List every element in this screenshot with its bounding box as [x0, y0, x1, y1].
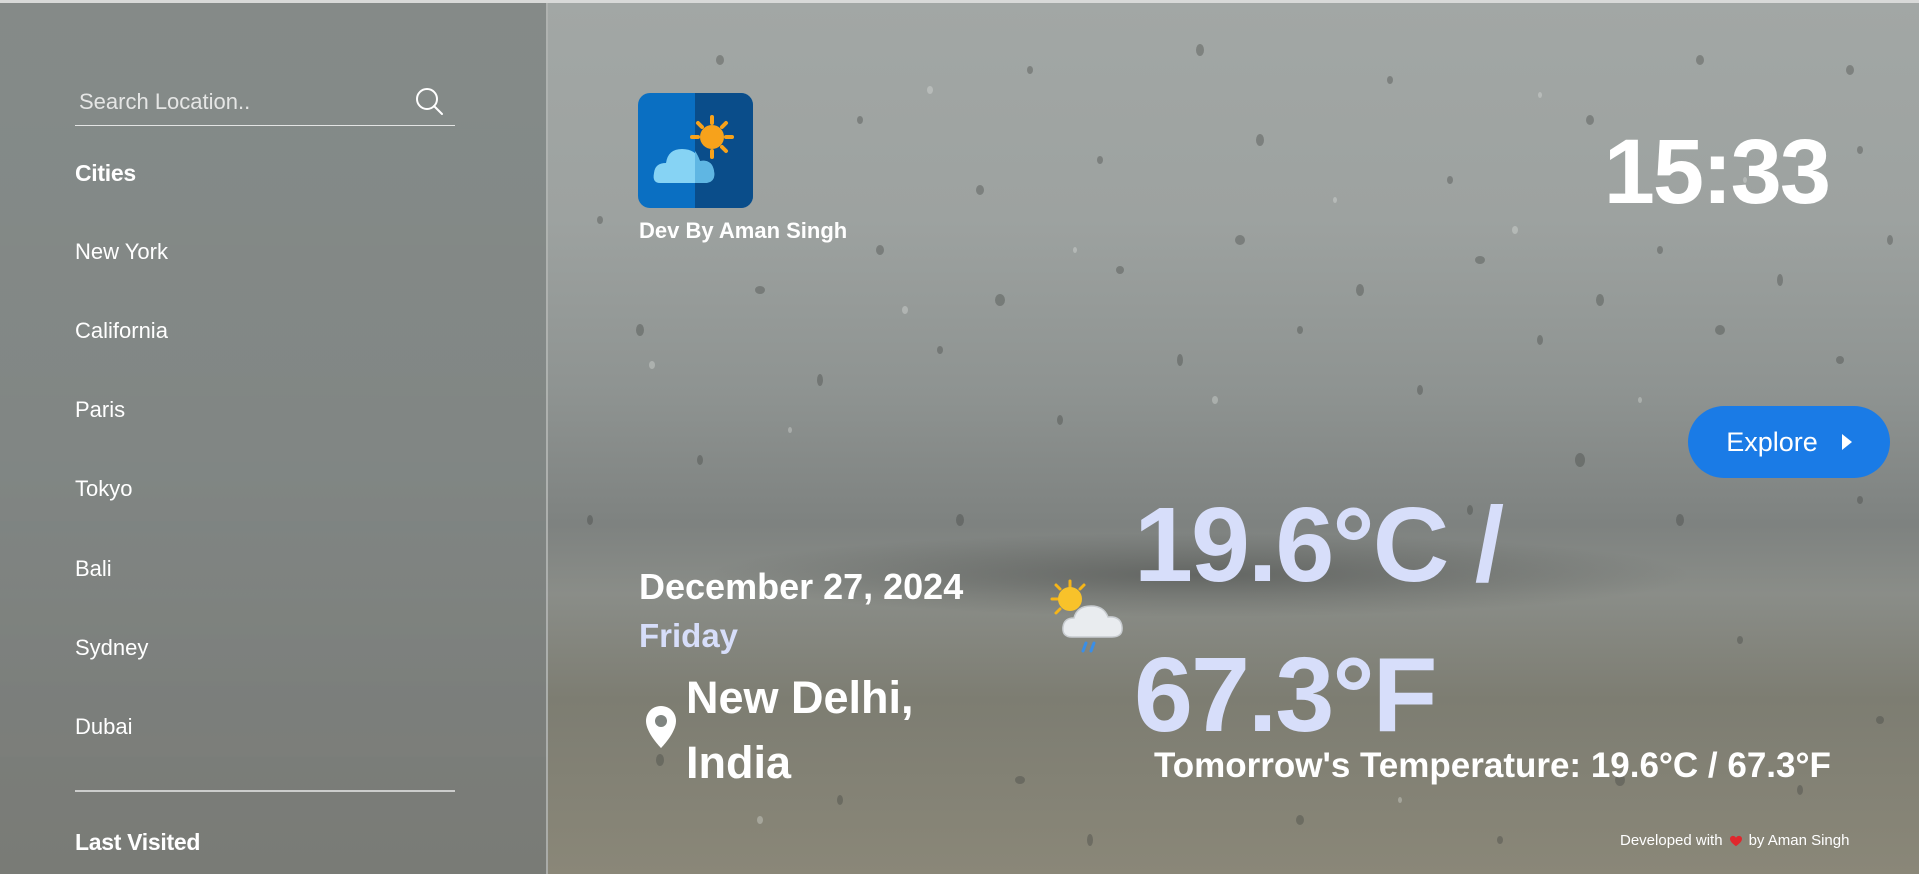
caret-right-icon: [1841, 434, 1852, 450]
heart-icon: [1729, 835, 1742, 847]
footer-credit: Developed with by Aman Singh: [1620, 832, 1849, 849]
sidebar-divider: [75, 790, 455, 792]
current-date: December 27, 2024: [639, 566, 964, 607]
city-california[interactable]: California: [75, 318, 168, 344]
footer-prefix: Developed with: [1620, 832, 1723, 849]
sidebar: Cities New York California Paris Tokyo B…: [0, 3, 548, 874]
cities-heading: Cities: [75, 160, 136, 186]
current-day: Friday: [639, 617, 739, 654]
city-dubai[interactable]: Dubai: [75, 714, 132, 740]
weather-app: Cities New York California Paris Tokyo B…: [0, 0, 1919, 874]
location-city: New Delhi,: [686, 672, 914, 723]
city-paris[interactable]: Paris: [75, 397, 125, 423]
city-bali[interactable]: Bali: [75, 556, 112, 582]
city-tokyo[interactable]: Tokyo: [75, 476, 132, 502]
last-visited-heading: Last Visited: [75, 829, 201, 855]
temperature-celsius: 19.6°C /: [1134, 486, 1504, 604]
app-logo: [638, 93, 753, 208]
logo-caption: Dev By Aman Singh: [639, 218, 848, 243]
weather-logo-icon: [638, 93, 753, 208]
footer-suffix: by Aman Singh: [1748, 832, 1850, 849]
explore-label: Explore: [1726, 426, 1818, 457]
location-pin-icon: [646, 706, 676, 748]
city-sydney[interactable]: Sydney: [75, 635, 148, 661]
city-new-york[interactable]: New York: [75, 239, 168, 265]
location-name: New Delhi, India: [686, 665, 914, 795]
explore-button[interactable]: Explore: [1688, 406, 1890, 478]
current-temperature: 19.6°C / 67.3°F: [1134, 470, 1654, 770]
location-country: India: [686, 737, 792, 788]
search-icon[interactable]: [411, 84, 447, 120]
current-time: 15:33: [1603, 121, 1831, 223]
search-bar: [75, 83, 455, 126]
tomorrow-temperature: Tomorrow's Temperature: 19.6°C / 67.3°F: [1154, 746, 1831, 785]
search-input[interactable]: [77, 83, 401, 121]
sun-behind-rain-cloud-icon: [1050, 579, 1123, 653]
